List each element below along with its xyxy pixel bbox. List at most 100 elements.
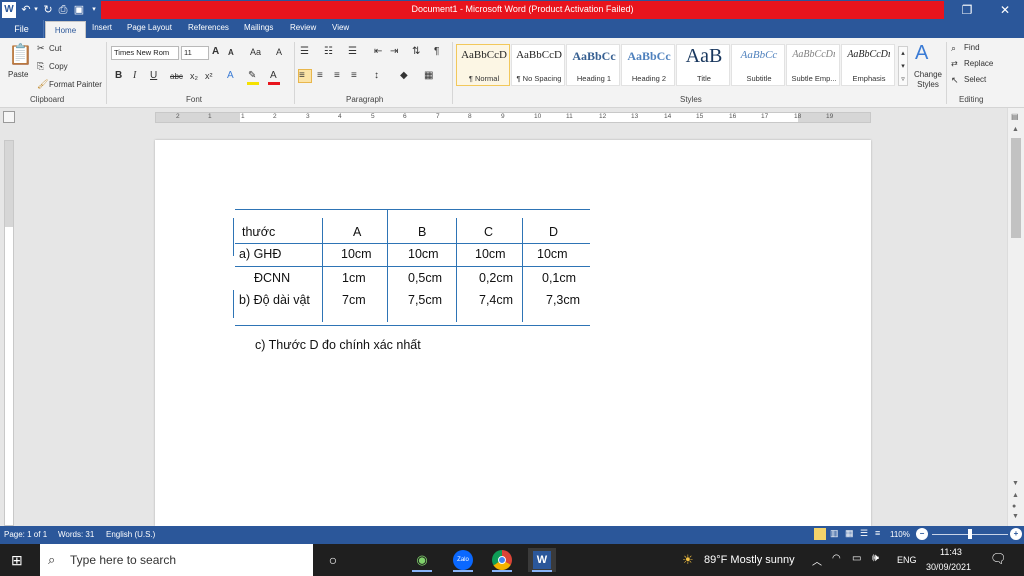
show-hidden-icons-icon[interactable]: ︿ bbox=[812, 553, 822, 568]
copy-button[interactable]: Copy bbox=[49, 62, 68, 71]
weather-status[interactable]: 89°F Mostly sunny bbox=[704, 554, 795, 566]
style-heading-2[interactable]: AaBbCc Heading 2 bbox=[621, 44, 675, 86]
customize-toolbar-icon[interactable]: ▾ bbox=[90, 2, 98, 18]
increase-indent-icon[interactable]: ⇥ bbox=[390, 46, 398, 58]
tab-review[interactable]: Review bbox=[290, 23, 316, 32]
app-icon-green[interactable]: ◉ bbox=[408, 548, 436, 572]
strikethrough-icon[interactable]: abc bbox=[170, 71, 183, 83]
input-language[interactable]: ENG bbox=[897, 555, 917, 565]
restore-icon[interactable]: ❐ bbox=[950, 0, 984, 20]
change-styles-icon[interactable]: A bbox=[915, 42, 928, 64]
full-screen-reading-icon[interactable]: ▥ bbox=[830, 528, 839, 539]
redo-icon[interactable]: ↻ bbox=[42, 2, 54, 18]
zoom-in-icon[interactable]: + bbox=[1010, 528, 1022, 540]
paste-button[interactable]: Paste bbox=[8, 70, 28, 79]
horizontal-ruler[interactable]: 2 1 1 2 3 4 5 6 7 8 9 10 11 12 13 14 15 16 17 18 19 bbox=[155, 112, 871, 123]
draft-icon[interactable]: ≡ bbox=[875, 528, 880, 538]
align-left-icon[interactable]: ≡ bbox=[298, 69, 312, 83]
tab-references[interactable]: References bbox=[188, 23, 229, 32]
chrome-icon[interactable] bbox=[488, 548, 516, 572]
print-preview-icon[interactable]: ⎙ bbox=[56, 2, 70, 18]
tab-file[interactable]: File bbox=[0, 20, 44, 38]
shading-icon[interactable]: ◆ bbox=[400, 70, 408, 82]
zalo-icon[interactable]: Zalo bbox=[449, 548, 477, 572]
text-effects-icon[interactable]: A bbox=[227, 70, 234, 82]
outline-icon[interactable]: ☰ bbox=[860, 528, 868, 539]
style-subtle-emphasis[interactable]: AaBbCcDı Subtle Emp... bbox=[786, 44, 840, 86]
find-button[interactable]: Find bbox=[964, 43, 980, 52]
style-no-spacing[interactable]: AaBbCcD ¶ No Spacing bbox=[511, 44, 565, 86]
vertical-ruler[interactable] bbox=[4, 140, 14, 526]
font-name-combo[interactable]: Times New Rom bbox=[111, 46, 179, 60]
next-page-icon[interactable]: ▼ bbox=[1012, 513, 1019, 520]
sort-icon[interactable]: ⇅ bbox=[412, 46, 420, 58]
page-count[interactable]: Page: 1 of 1 bbox=[4, 530, 47, 539]
multilevel-list-icon[interactable]: ☰ bbox=[348, 46, 357, 58]
grow-font-icon[interactable]: A bbox=[212, 46, 219, 58]
document-page[interactable]: thước A B C D a) GHĐ 10cm 10cm 10cm 10cm… bbox=[155, 140, 871, 526]
style-heading-1[interactable]: AaBbCc Heading 1 bbox=[566, 44, 620, 86]
shrink-font-icon[interactable]: A bbox=[228, 47, 234, 59]
italic-icon[interactable]: I bbox=[133, 70, 136, 82]
styles-scroll-icon[interactable]: ▴ ▾ ▿ bbox=[898, 46, 908, 86]
bold-icon[interactable]: B bbox=[115, 70, 122, 82]
word-count[interactable]: Words: 31 bbox=[58, 530, 94, 539]
tab-insert[interactable]: Insert bbox=[92, 23, 112, 32]
scroll-down-icon[interactable]: ▼ bbox=[1012, 480, 1019, 487]
word-taskbar-icon[interactable]: W bbox=[528, 548, 556, 572]
font-size-combo[interactable]: 11 bbox=[181, 46, 209, 60]
network-icon[interactable]: ◠ bbox=[832, 553, 841, 564]
style-title[interactable]: AaB Title bbox=[676, 44, 730, 86]
show-formatting-marks-icon[interactable]: ¶ bbox=[434, 46, 439, 58]
select-browse-object-icon[interactable]: ● bbox=[1012, 503, 1016, 510]
highlight-icon[interactable]: ✎ bbox=[248, 70, 256, 82]
vertical-scrollbar[interactable]: ▤ ▲ ▼ ▲ ● ▼ bbox=[1007, 108, 1024, 526]
clear-formatting-icon[interactable]: A bbox=[276, 46, 282, 58]
numbering-icon[interactable]: ☷ bbox=[324, 46, 333, 58]
style-normal[interactable]: AaBbCcD ¶ Normal bbox=[456, 44, 510, 86]
web-layout-icon[interactable]: ▦ bbox=[845, 528, 854, 539]
align-center-icon[interactable]: ≡ bbox=[317, 70, 323, 82]
print-layout-icon[interactable] bbox=[814, 528, 826, 540]
font-color-icon[interactable]: A bbox=[270, 70, 277, 82]
paste-icon[interactable]: 📋 bbox=[8, 43, 33, 67]
undo-dropdown-icon[interactable]: ▾ bbox=[32, 2, 40, 18]
decrease-indent-icon[interactable]: ⇤ bbox=[374, 46, 382, 58]
line-spacing-icon[interactable]: ↕ bbox=[374, 70, 379, 82]
tab-selector-icon[interactable] bbox=[3, 111, 15, 123]
zoom-level[interactable]: 110% bbox=[890, 530, 910, 539]
align-right-icon[interactable]: ≡ bbox=[334, 70, 340, 82]
tab-page-layout[interactable]: Page Layout bbox=[127, 23, 172, 32]
taskbar-search-box[interactable]: ⌕ Type here to search bbox=[40, 544, 313, 576]
subscript-icon[interactable]: x₂ bbox=[190, 70, 198, 82]
clock-time[interactable]: 11:43 bbox=[940, 547, 962, 557]
battery-icon[interactable]: ▭ bbox=[852, 553, 861, 564]
save-icon[interactable]: ▣ bbox=[72, 2, 86, 18]
zoom-slider-thumb[interactable] bbox=[968, 529, 972, 539]
select-button[interactable]: Select bbox=[964, 75, 986, 84]
tab-home[interactable]: Home bbox=[45, 21, 86, 38]
justify-icon[interactable]: ≡ bbox=[351, 70, 357, 82]
format-painter-button[interactable]: Format Painter bbox=[49, 80, 102, 89]
volume-icon[interactable]: 🕪 bbox=[872, 552, 879, 565]
notifications-icon[interactable]: 🗨 bbox=[990, 551, 1007, 567]
replace-button[interactable]: Replace bbox=[964, 59, 993, 68]
bullets-icon[interactable]: ☰ bbox=[300, 46, 309, 58]
scroll-up-icon[interactable]: ▲ bbox=[1012, 126, 1019, 133]
style-emphasis[interactable]: AaBbCcDı Emphasis bbox=[841, 44, 895, 86]
cut-button[interactable]: Cut bbox=[49, 44, 61, 53]
undo-icon[interactable]: ↶ bbox=[20, 2, 32, 18]
borders-icon[interactable]: ▦ bbox=[424, 70, 433, 82]
task-view-icon[interactable]: ○ bbox=[319, 548, 347, 572]
change-styles-button[interactable]: Change Styles bbox=[912, 70, 944, 90]
zoom-out-icon[interactable]: − bbox=[916, 528, 928, 540]
style-subtitle[interactable]: AaBbCc Subtitle bbox=[731, 44, 785, 86]
windows-start-icon[interactable]: ⊞ bbox=[11, 553, 27, 567]
close-icon[interactable]: ✕ bbox=[988, 0, 1022, 20]
change-case-icon[interactable]: Aa bbox=[250, 46, 261, 58]
tab-view[interactable]: View bbox=[332, 23, 349, 32]
superscript-icon[interactable]: x² bbox=[205, 70, 213, 82]
scrollbar-thumb[interactable] bbox=[1011, 138, 1021, 238]
underline-icon[interactable]: U bbox=[150, 70, 157, 82]
tab-mailings[interactable]: Mailings bbox=[244, 23, 273, 32]
